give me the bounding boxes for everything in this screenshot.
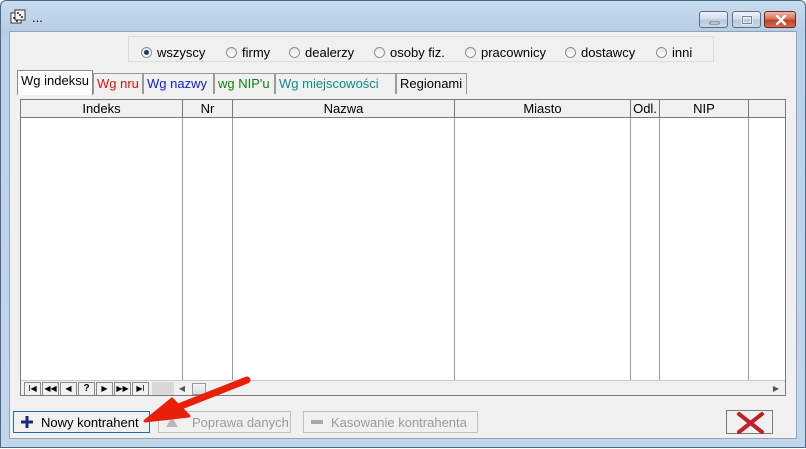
column-header-miasto[interactable]: Miasto [455,100,631,118]
minimize-icon [709,21,720,25]
column-header-nip[interactable]: NIP [660,100,749,118]
radio-firmy[interactable]: firmy [226,44,270,60]
radio-dot [226,46,237,58]
radio-label: wszyscy [157,44,206,60]
column-divider [630,118,631,380]
new-contractor-button[interactable]: Nowy kontrahent [13,411,150,433]
title-bar: ... [1,1,805,31]
column-header-nr[interactable]: Nr [183,100,233,118]
column-divider [659,118,660,380]
tab-label: Wg miejscowości [279,76,379,91]
nav-filler [152,382,174,395]
tab-wg-nru[interactable]: Wg nru [93,73,143,94]
close-icon [775,14,787,26]
radio-dostawcy[interactable]: dostawcy [565,44,635,60]
minimize-button[interactable] [699,11,728,28]
nav-next-button[interactable]: ▶ [96,382,113,395]
column-divider [232,118,233,380]
radio-label: pracownicy [481,44,547,60]
tab-label: Regionami [400,76,463,91]
minus-icon [311,420,323,424]
nav-prior-page-button[interactable]: ◀◀ [42,382,59,395]
nav-search-button[interactable]: ? [78,382,95,395]
column-divider [454,118,455,380]
radio-inni[interactable]: inni [656,44,692,60]
window-title: ... [32,10,43,25]
tab-wg-indeksu[interactable]: Wg indeksu [17,70,93,95]
column-divider [182,118,183,380]
edit-data-button[interactable]: Poprawa danych [158,411,291,433]
nav-prior-button[interactable]: ◀ [60,382,77,395]
tab-wg-nazwy[interactable]: Wg nazwy [143,73,214,94]
tab-wg-nipu[interactable]: wg NIP'u [214,73,275,94]
client-area: wszyscy firmy dealerzy osoby fiz. pracow… [9,31,797,439]
delete-contractor-button[interactable]: Kasowanie kontrahenta [303,411,478,433]
dice-icon [10,9,26,24]
plus-icon [21,416,33,428]
column-header-odl[interactable]: Odl. [631,100,660,118]
tab-label: Wg nru [97,76,139,91]
nav-next-page-button[interactable]: ▶▶ [114,382,131,395]
radio-dot [141,46,152,58]
radio-label: dealerzy [305,44,355,60]
nav-first-button[interactable]: I◀ [24,382,41,395]
radio-label: firmy [242,44,271,60]
radio-dot [565,46,576,58]
nav-last-button[interactable]: ▶I [132,382,149,395]
radio-dot [656,46,667,58]
radio-dealerzy[interactable]: dealerzy [289,44,354,60]
column-divider [748,118,749,380]
scroll-left-arrow-icon[interactable]: ◀ [175,382,189,395]
scroll-right-arrow-icon[interactable]: ▶ [769,382,783,395]
new-contractor-label: Nowy kontrahent [41,414,139,430]
column-header-nazwa[interactable]: Nazwa [233,100,455,118]
close-x-icon [737,412,764,434]
maximize-button[interactable] [732,11,761,28]
filter-radio-group: wszyscy firmy dealerzy osoby fiz. pracow… [128,36,714,62]
radio-dot [374,46,385,58]
radio-pracownicy[interactable]: pracownicy [465,44,546,60]
radio-dot [465,46,476,58]
main-window: ... wszyscy firmy dealerzy osoby fiz. pr… [0,0,806,448]
delete-contractor-label: Kasowanie kontrahenta [331,414,467,430]
radio-label: inni [672,44,693,60]
close-dialog-button[interactable] [726,410,773,434]
radio-wszyscy[interactable]: wszyscy [141,44,205,60]
edit-data-label: Poprawa danych [192,414,289,430]
maximize-icon [741,15,753,25]
radio-osoby-fiz[interactable]: osoby fiz. [374,44,445,60]
radio-label: dostawcy [581,44,636,60]
horizontal-scroll-thumb[interactable] [192,383,206,395]
triangle-up-icon [166,417,178,427]
tab-label: Wg indeksu [21,73,89,88]
tab-regionami[interactable]: Regionami [396,73,467,94]
column-header-indeks[interactable]: Indeks [21,100,183,118]
grid-header: Indeks Nr Nazwa Miasto Odl. NIP [21,100,785,118]
column-header-empty [749,100,785,118]
tab-label: wg NIP'u [218,76,270,91]
grid-bottom-bar: I◀ ◀◀ ◀ ? ▶ ▶▶ ▶I ◀ ▶ [21,380,785,395]
tab-label: Wg nazwy [147,76,207,91]
radio-dot [289,46,300,58]
tab-wg-miejscowosci[interactable]: Wg miejscowości [275,73,396,94]
close-window-button[interactable] [764,11,796,28]
contractors-grid[interactable]: Indeks Nr Nazwa Miasto Odl. NIP I◀ ◀◀ ◀ … [20,99,786,396]
radio-label: osoby fiz. [390,44,445,60]
